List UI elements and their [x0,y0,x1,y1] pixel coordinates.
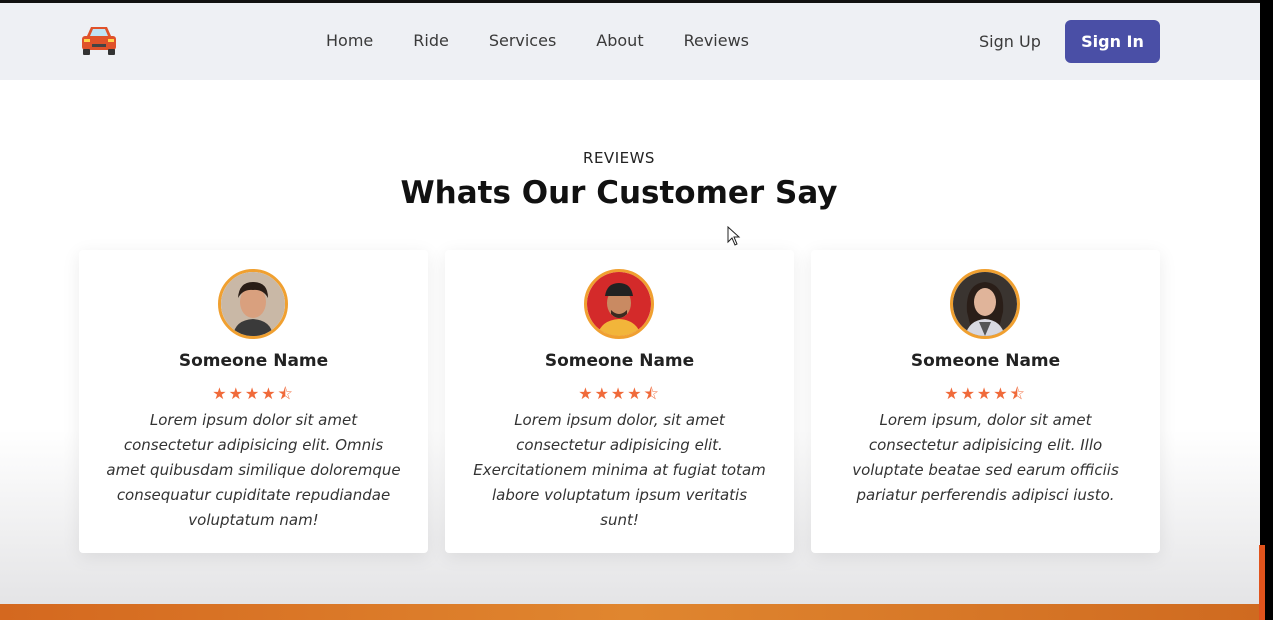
sign-in-button[interactable]: Sign In [1065,20,1160,63]
star-rating-icon: ★★★★⯪ [944,384,1027,403]
person-avatar-icon [221,272,285,336]
footer-bar [0,604,1260,620]
car-logo-icon[interactable] [78,22,120,58]
person-avatar-icon [953,272,1017,336]
section-title: Whats Our Customer Say [400,175,838,211]
review-text: Lorem ipsum dolor, sit amet consectetur … [473,411,766,529]
nav-about[interactable]: About [596,31,643,50]
sign-up-link[interactable]: Sign Up [979,32,1041,51]
star-rating-icon: ★★★★⯪ [578,384,661,403]
reviewer-name: Someone Name [910,351,1061,371]
star-rating-icon: ★★★★⯪ [212,384,295,403]
person-avatar-icon [587,272,651,336]
section-label: REVIEWS [583,149,655,167]
window-right-edge [1260,0,1273,620]
reviewer-name: Someone Name [544,351,695,371]
review-card: Someone Name ★★★★⯪ Lorem ipsum dolor, si… [445,250,794,553]
scroll-accent [1259,545,1265,620]
reviewer-name: Someone Name [178,351,329,371]
avatar [218,269,288,339]
review-text: Lorem ipsum, dolor sit amet consectetur … [852,411,1119,504]
reviews-list: Someone Name ★★★★⯪ Lorem ipsum dolor sit… [79,250,1177,553]
main-nav: Home Ride Services About Reviews [326,31,789,50]
nav-ride[interactable]: Ride [413,31,449,50]
review-card: Someone Name ★★★★⯪ Lorem ipsum dolor sit… [79,250,428,553]
nav-reviews[interactable]: Reviews [684,31,749,50]
nav-home[interactable]: Home [326,31,373,50]
site-header: Home Ride Services About Reviews Sign Up… [0,3,1260,80]
mouse-pointer-icon [727,226,741,246]
nav-services[interactable]: Services [489,31,556,50]
review-text: Lorem ipsum dolor sit amet consectetur a… [106,411,401,529]
review-card: Someone Name ★★★★⯪ Lorem ipsum, dolor si… [811,250,1160,553]
avatar [584,269,654,339]
avatar [950,269,1020,339]
